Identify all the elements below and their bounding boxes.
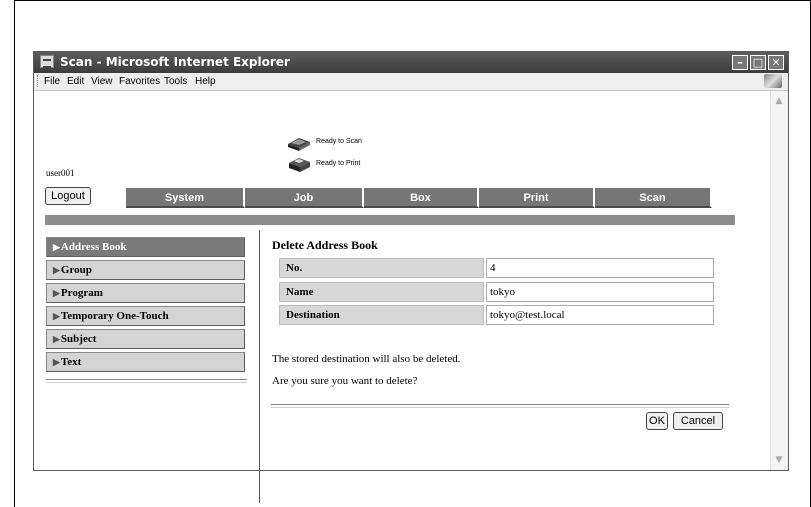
- sidebar-item-group[interactable]: ▶Group: [46, 260, 245, 280]
- maximize-button[interactable]: □: [750, 55, 766, 70]
- scroll-up-icon[interactable]: ▲: [773, 95, 785, 107]
- page-content: Ready to Scan Ready to Print user001 Log…: [34, 91, 770, 503]
- close-button[interactable]: ✕: [768, 55, 784, 70]
- label-no: No.: [279, 258, 484, 278]
- menu-view[interactable]: View: [91, 76, 113, 87]
- windows-logo-icon: [764, 74, 782, 88]
- sidebar-item-temporary-one-touch[interactable]: ▶Temporary One-Touch: [46, 306, 245, 326]
- sidebar-item-subject[interactable]: ▶Subject: [46, 329, 245, 349]
- panel-title: Delete Address Book: [272, 238, 378, 252]
- ie-icon: [40, 55, 54, 68]
- menu-tools[interactable]: Tools: [164, 76, 187, 87]
- tab-print[interactable]: Print: [479, 188, 595, 208]
- ok-button[interactable]: OK: [646, 412, 668, 430]
- header-divider: [45, 215, 735, 225]
- label-name: Name: [279, 282, 484, 302]
- sidebar-item-label: Temporary One-Touch: [60, 310, 169, 322]
- window-title: Scan - Microsoft Internet Explorer: [60, 55, 290, 69]
- sidebar-item-label: Group: [60, 264, 92, 276]
- printer-icon: [289, 158, 310, 172]
- logout-button[interactable]: Logout: [45, 187, 91, 205]
- sidebar-item-address-book[interactable]: ▶Address Book: [46, 237, 245, 257]
- scan-status-text: Ready to Scan: [316, 138, 362, 145]
- menu-bar: File Edit View Favorites Tools Help: [34, 73, 788, 91]
- tab-job[interactable]: Job: [245, 188, 364, 208]
- value-destination: tokyo@test.local: [486, 305, 714, 325]
- scroll-down-icon[interactable]: ▼: [773, 454, 785, 466]
- title-bar: Scan - Microsoft Internet Explorer – □ ✕: [34, 52, 788, 73]
- user-name: user001: [46, 168, 75, 178]
- print-status-text: Ready to Print: [316, 160, 361, 167]
- minimize-button[interactable]: –: [732, 55, 748, 70]
- tab-system[interactable]: System: [126, 188, 245, 208]
- menu-favorites[interactable]: Favorites: [119, 76, 160, 87]
- browser-window: Scan - Microsoft Internet Explorer – □ ✕…: [33, 51, 789, 503]
- cancel-button[interactable]: Cancel: [673, 412, 723, 430]
- delete-warning-text: The stored destination will also be dele…: [272, 353, 461, 365]
- sidebar-item-label: Address Book: [60, 241, 127, 253]
- sidebar-item-program[interactable]: ▶Program: [46, 283, 245, 303]
- label-destination: Destination: [279, 305, 484, 325]
- sidebar-item-text[interactable]: ▶Text: [46, 352, 245, 372]
- scanner-icon: [288, 138, 310, 151]
- vertical-scrollbar[interactable]: ▲ ▼: [770, 91, 788, 470]
- panel-separator: [271, 404, 729, 408]
- value-no: 4: [486, 258, 714, 278]
- tab-scan[interactable]: Scan: [595, 188, 712, 208]
- delete-confirm-text: Are you sure you want to delete?: [272, 375, 418, 387]
- menu-file[interactable]: File: [44, 76, 60, 87]
- sidebar-item-label: Subject: [60, 333, 97, 345]
- tab-box[interactable]: Box: [364, 188, 479, 208]
- value-name: tokyo: [486, 282, 714, 302]
- vertical-divider: [259, 230, 260, 503]
- menu-edit[interactable]: Edit: [67, 76, 84, 87]
- menu-help[interactable]: Help: [195, 76, 216, 87]
- sidebar-item-label: Program: [60, 287, 103, 299]
- sidebar-underline: [46, 379, 247, 383]
- sidebar-item-label: Text: [60, 356, 82, 368]
- toolbar-grip: [37, 75, 40, 87]
